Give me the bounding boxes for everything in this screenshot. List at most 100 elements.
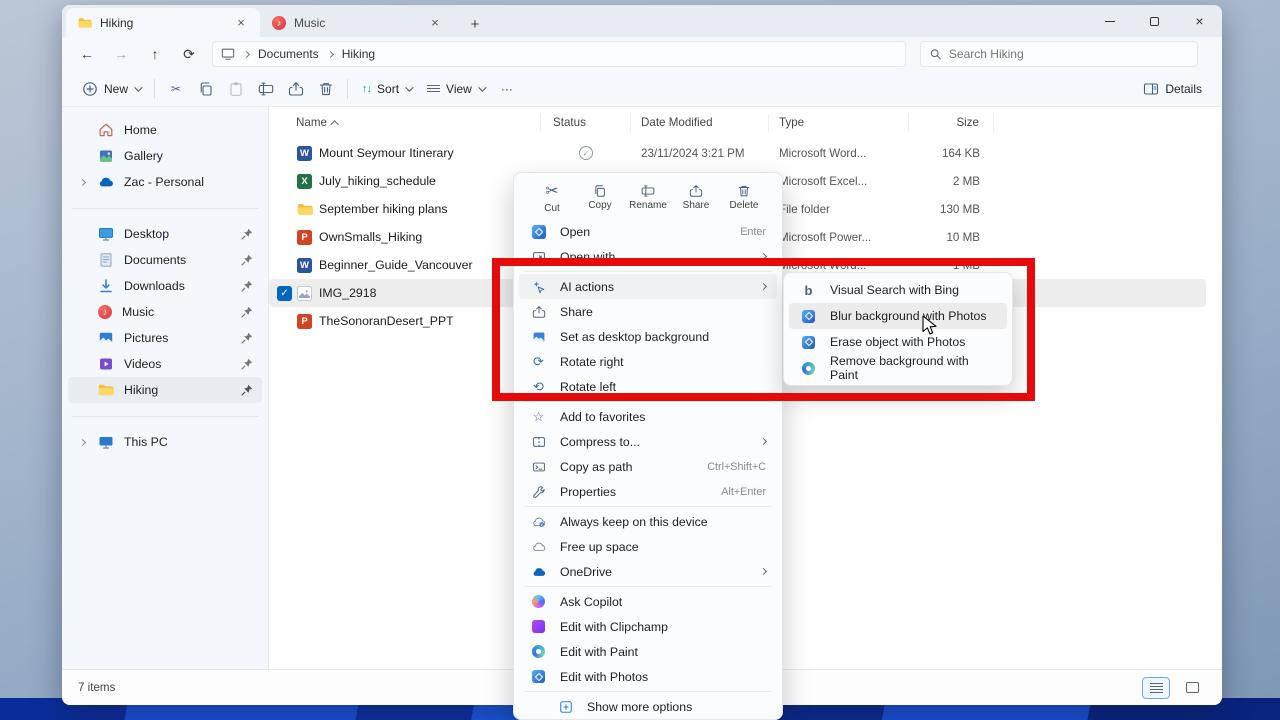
home-icon [99, 123, 113, 137]
submenu-item-erase-object-photos[interactable]: Erase object with Photos [789, 329, 1007, 355]
column-header-size[interactable]: Size [909, 113, 994, 132]
window-controls: × [1087, 5, 1222, 37]
view-button[interactable]: View [419, 75, 492, 103]
column-header-status[interactable]: Status [541, 113, 631, 132]
sidebar-item-downloads[interactable]: Downloads [68, 273, 262, 299]
menu-item-edit-with-photos[interactable]: Edit with Photos [519, 664, 777, 689]
sidebar-item-onedrive-personal[interactable]: Zac - Personal [68, 169, 262, 195]
breadcrumb-documents[interactable]: Documents [258, 47, 319, 61]
maximize-button[interactable] [1132, 5, 1177, 37]
submenu-item-blur-background-photos[interactable]: Blur background with Photos [789, 303, 1007, 329]
submenu-item-remove-background-paint[interactable]: Remove background with Paint [789, 354, 1007, 382]
column-header-name[interactable]: Name [277, 113, 541, 132]
sidebar-item-this-pc[interactable]: This PC [68, 429, 262, 455]
file-name: IMG_2918 [319, 286, 377, 300]
menu-item-set-as-desktop-background[interactable]: Set as desktop background [519, 324, 777, 349]
rename-button[interactable] [251, 75, 281, 103]
tab-close-icon[interactable]: × [426, 14, 444, 32]
pin-icon [241, 228, 253, 240]
synced-status-icon: ✓ [579, 146, 593, 160]
paste-button[interactable] [221, 75, 251, 103]
column-header-type[interactable]: Type [769, 113, 909, 132]
delete-button[interactable] [311, 75, 341, 103]
rename-quick-button[interactable]: Rename [626, 184, 670, 211]
menu-item-add-to-favorites[interactable]: ☆ Add to favorites [519, 404, 777, 429]
column-header-date-modified[interactable]: Date Modified [631, 113, 769, 132]
sidebar-item-label: Zac - Personal [124, 175, 204, 189]
menu-item-free-up-space[interactable]: Free up space [519, 534, 777, 559]
menu-item-rotate-left[interactable]: ⟲ Rotate left [519, 374, 777, 399]
sort-ascending-icon [330, 119, 339, 129]
menu-item-rotate-right[interactable]: ⟳ Rotate right [519, 349, 777, 374]
menu-item-edit-with-clipchamp[interactable]: Edit with Clipchamp [519, 614, 777, 639]
onedrive-icon [99, 177, 113, 187]
menu-item-open[interactable]: Open Enter [519, 219, 777, 244]
sidebar-item-hiking[interactable]: Hiking [68, 377, 262, 403]
delete-quick-button[interactable]: Delete [722, 184, 766, 211]
tab-music[interactable]: ♪ Music × [260, 8, 454, 37]
share-button[interactable] [281, 75, 311, 103]
sort-button[interactable]: ↑↓ Sort [354, 75, 419, 103]
breadcrumb[interactable]: Documents Hiking [212, 41, 906, 67]
sidebar-item-pictures[interactable]: Pictures [68, 325, 262, 351]
menu-item-share[interactable]: Share [519, 299, 777, 324]
item-count: 7 items [78, 681, 116, 694]
tab-close-icon[interactable]: × [232, 14, 250, 32]
cut-quick-button[interactable]: ✂ Cut [530, 181, 574, 214]
file-size: 164 KB [941, 146, 980, 160]
large-icons-view-button[interactable] [1178, 677, 1206, 699]
menu-item-open-with[interactable]: Open with [519, 244, 777, 269]
sidebar-item-videos[interactable]: Videos [68, 351, 262, 377]
up-button[interactable]: ↑ [140, 41, 170, 67]
search-input[interactable] [948, 47, 1189, 61]
onedrive-icon [533, 567, 545, 576]
pin-icon [241, 384, 253, 396]
tab-hiking[interactable]: Hiking × [66, 8, 260, 37]
trash-icon [319, 82, 333, 95]
breadcrumb-hiking[interactable]: Hiking [342, 47, 375, 61]
file-name: Mount Seymour Itinerary [319, 146, 454, 160]
file-type: Microsoft Word... [779, 258, 867, 272]
search-box[interactable] [920, 41, 1198, 67]
copy-button[interactable] [191, 75, 221, 103]
more-options-button[interactable]: ··· [492, 75, 522, 103]
new-button[interactable]: New [74, 75, 148, 103]
sort-label: Sort [377, 81, 400, 96]
sidebar-item-documents[interactable]: Documents [68, 247, 262, 273]
back-button[interactable]: ← [72, 41, 102, 67]
cut-button[interactable]: ✂ [161, 75, 191, 103]
file-name: Beginner_Guide_Vancouver [319, 258, 473, 272]
details-pane-button[interactable]: Details [1135, 75, 1210, 103]
close-button[interactable]: × [1177, 5, 1222, 37]
chevron-expand-icon[interactable] [78, 178, 86, 186]
menu-item-show-more-options[interactable]: Show more options [546, 694, 777, 719]
menu-item-edit-with-paint[interactable]: Edit with Paint [519, 639, 777, 664]
chevron-expand-icon[interactable] [78, 438, 86, 446]
file-row-mount-seymour[interactable]: W Mount Seymour Itinerary ✓ 23/11/2024 3… [269, 139, 1206, 167]
menu-item-ask-copilot[interactable]: Ask Copilot [519, 589, 777, 614]
menu-item-compress-to[interactable]: Compress to... [519, 429, 777, 454]
checkbox-checked-icon[interactable]: ✓ [277, 285, 292, 301]
sidebar-item-gallery[interactable]: Gallery [68, 143, 262, 169]
refresh-button[interactable]: ⟳ [174, 41, 204, 67]
menu-divider [524, 691, 772, 692]
show-more-icon [559, 700, 572, 713]
menu-item-ai-actions[interactable]: AI actions [519, 274, 777, 299]
copy-quick-button[interactable]: Copy [578, 184, 622, 211]
share-quick-button[interactable]: Share [674, 184, 718, 211]
submenu-item-visual-search-bing[interactable]: b Visual Search with Bing [789, 277, 1007, 303]
tab-bar: Hiking × ♪ Music × + × [62, 5, 1222, 37]
forward-button[interactable]: → [106, 41, 136, 67]
minimize-button[interactable] [1087, 5, 1132, 37]
sidebar-item-music[interactable]: ♪ Music [68, 299, 262, 325]
new-tab-button[interactable]: + [462, 11, 488, 37]
sidebar-item-home[interactable]: Home [68, 117, 262, 143]
menu-item-properties[interactable]: Properties Alt+Enter [519, 479, 777, 504]
details-view-button[interactable] [1142, 676, 1170, 699]
menu-item-copy-as-path[interactable]: Copy as path Ctrl+Shift+C [519, 454, 777, 479]
column-headers: Name Status Date Modified Type Size [269, 110, 1222, 135]
menu-item-onedrive[interactable]: OneDrive [519, 559, 777, 584]
menu-item-always-keep-on-device[interactable]: Always keep on this device [519, 509, 777, 534]
documents-icon [100, 253, 112, 267]
sidebar-item-desktop[interactable]: Desktop [68, 221, 262, 247]
